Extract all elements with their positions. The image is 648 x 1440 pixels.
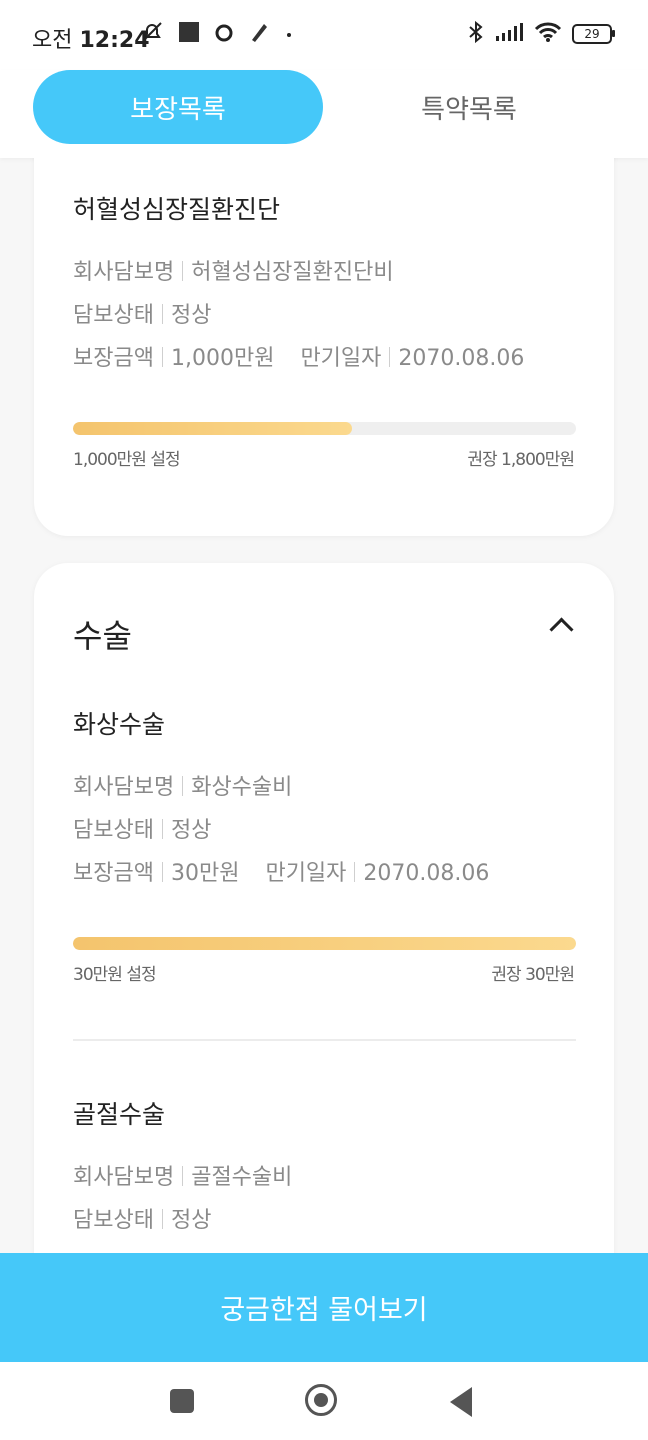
- navigation-bar: [0, 1362, 648, 1440]
- chevron-up-icon[interactable]: [549, 617, 574, 642]
- system-icons: 29: [468, 20, 615, 48]
- tab-rider-list[interactable]: 특약목록: [324, 70, 614, 144]
- battery-level: 29: [584, 27, 600, 41]
- coverage-title: 골절수술: [73, 1100, 166, 1129]
- value: 2070.08.06: [363, 861, 490, 886]
- value: 정상: [170, 303, 212, 328]
- bar-set-amount: 30만원 설정: [73, 965, 157, 985]
- square-icon: [178, 21, 200, 47]
- value: 허혈성심장질환진단비: [191, 260, 394, 285]
- ask-question-button[interactable]: 궁금한점 물어보기: [0, 1253, 648, 1362]
- coverage-progress-bar: [73, 937, 576, 950]
- label: 보장금액: [73, 861, 154, 886]
- amount-expiry-row: 보장금액 30만원 만기일자 2070.08.06: [73, 855, 489, 887]
- bar-recommended-amount: 권장 30만원: [491, 965, 575, 985]
- status-row: 담보상태 정상: [73, 297, 211, 329]
- value: 골절수술비: [191, 1165, 293, 1190]
- wifi-icon: [534, 21, 562, 47]
- signal-icon: [494, 22, 524, 46]
- time-value: 12:24: [79, 28, 150, 53]
- status-row: 담보상태 정상: [73, 812, 211, 844]
- dot-icon: [284, 25, 294, 44]
- label: 담보상태: [73, 1208, 154, 1233]
- item-divider: [73, 1039, 576, 1041]
- value: 정상: [170, 818, 212, 843]
- pen-icon: [248, 20, 270, 48]
- mute-icon: [140, 20, 164, 48]
- value: 30만원: [170, 861, 240, 886]
- coverage-progress-fill: [73, 422, 353, 435]
- time-prefix: 오전: [32, 28, 73, 53]
- value: 화상수술비: [191, 775, 293, 800]
- label: 만기일자: [300, 346, 382, 371]
- tab-coverage-list[interactable]: 보장목록: [33, 70, 323, 144]
- label: 담보상태: [73, 303, 154, 328]
- label: 담보상태: [73, 818, 154, 843]
- amount-expiry-row: 보장금액 1,000만원 만기일자 2070.08.06: [73, 340, 524, 372]
- coverage-card: 허혈성심장질환진단 회사담보명 허혈성심장질환진단비 담보상태 정상 보장금액 1,0…: [34, 158, 614, 536]
- content-scroll[interactable]: 허혈성심장질환진단 회사담보명 허혈성심장질환진단비 담보상태 정상 보장금액 1,0…: [0, 158, 648, 1253]
- notification-icons: [140, 20, 294, 48]
- battery-icon: 29: [572, 24, 615, 44]
- back-icon[interactable]: [450, 1387, 472, 1417]
- home-icon[interactable]: [305, 1384, 337, 1416]
- label: 보장금액: [73, 346, 154, 371]
- coverage-progress-fill: [73, 937, 576, 950]
- section-title: 수술: [73, 617, 132, 655]
- status-bar: 오전 12:24 29: [0, 0, 648, 70]
- surgery-section-card: 수술 화상수술 회사담보명 화상수술비 담보상태 정상 보장금액 30만원 만기일자 20…: [34, 563, 614, 1253]
- status-time: 오전 12:24: [32, 22, 150, 54]
- company-coverage-row: 회사담보명 화상수술비: [73, 769, 292, 801]
- value: 2070.08.06: [398, 346, 525, 371]
- value: 1,000만원: [170, 346, 275, 371]
- label: 회사담보명: [73, 260, 175, 285]
- company-coverage-row: 회사담보명 허혈성심장질환진단비: [73, 254, 394, 286]
- coverage-title: 화상수술: [73, 710, 166, 739]
- status-row: 담보상태 정상: [73, 1202, 211, 1234]
- coverage-progress-bar: [73, 422, 576, 435]
- value: 정상: [170, 1208, 212, 1233]
- label: 만기일자: [265, 861, 347, 886]
- circle-icon: [214, 22, 234, 46]
- bar-set-amount: 1,000만원 설정: [73, 450, 181, 470]
- bluetooth-icon: [468, 20, 484, 48]
- bar-recommended-amount: 권장 1,800만원: [467, 450, 575, 470]
- recents-icon[interactable]: [170, 1389, 194, 1413]
- company-coverage-row: 회사담보명 골절수술비: [73, 1159, 292, 1191]
- label: 회사담보명: [73, 775, 175, 800]
- coverage-title: 허혈성심장질환진단: [73, 195, 281, 224]
- label: 회사담보명: [73, 1165, 175, 1190]
- tab-bar: 보장목록 특약목록: [0, 70, 648, 158]
